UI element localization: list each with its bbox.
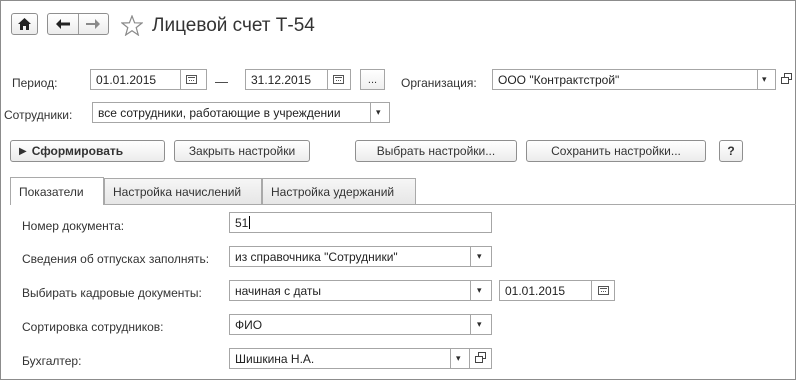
sort-value: ФИО bbox=[235, 317, 263, 332]
hr-docs-value: начиная с даты bbox=[235, 283, 321, 298]
sort-label: Сортировка сотрудников: bbox=[22, 320, 164, 334]
help-button[interactable]: ? bbox=[719, 140, 743, 162]
separator bbox=[470, 280, 471, 301]
hr-docs-date-value: 01.01.2015 bbox=[505, 283, 566, 298]
separator bbox=[370, 102, 371, 123]
play-icon: ▶ bbox=[19, 145, 27, 157]
separator bbox=[470, 314, 471, 335]
calendar-icon[interactable] bbox=[598, 286, 609, 295]
vacation-label: Сведения об отпусках заполнять: bbox=[22, 252, 210, 266]
calendar-icon[interactable] bbox=[333, 75, 344, 84]
chevron-down-icon[interactable]: ▾ bbox=[477, 251, 482, 262]
chevron-down-icon[interactable]: ▾ bbox=[376, 107, 381, 118]
separator bbox=[327, 69, 328, 90]
arrow-left-icon bbox=[55, 19, 70, 29]
accountant-field[interactable]: Шишкина Н.А. bbox=[229, 348, 492, 369]
tab-indicators[interactable]: Показатели bbox=[10, 177, 104, 205]
generate-button[interactable]: ▶ Сформировать bbox=[10, 140, 165, 162]
period-dash: — bbox=[215, 74, 228, 89]
save-settings-button[interactable]: Сохранить настройки... bbox=[526, 140, 706, 162]
separator bbox=[180, 69, 181, 90]
separator bbox=[591, 280, 592, 301]
vacation-value: из справочника "Сотрудники" bbox=[235, 249, 398, 264]
vacation-field[interactable]: из справочника "Сотрудники" bbox=[229, 246, 492, 267]
accountant-value: Шишкина Н.А. bbox=[235, 351, 315, 366]
doc-number-input[interactable]: 51 bbox=[229, 212, 492, 233]
back-button[interactable] bbox=[48, 14, 79, 34]
separator bbox=[757, 69, 758, 90]
tab-accruals-settings[interactable]: Настройка начислений bbox=[104, 178, 262, 204]
close-settings-button[interactable]: Закрыть настройки bbox=[174, 140, 310, 162]
org-field[interactable]: ООО "Контрактстрой" bbox=[492, 69, 776, 90]
employees-label: Сотрудники: bbox=[4, 108, 73, 122]
org-value: ООО "Контрактстрой" bbox=[498, 72, 620, 87]
calendar-icon[interactable] bbox=[186, 75, 197, 84]
forward-button[interactable] bbox=[79, 14, 109, 34]
page-title: Лицевой счет Т-54 bbox=[152, 15, 315, 36]
home-icon bbox=[18, 18, 31, 30]
org-label: Организация: bbox=[401, 76, 477, 90]
separator bbox=[450, 348, 451, 369]
doc-number-label: Номер документа: bbox=[22, 219, 125, 233]
tab-underline bbox=[10, 204, 796, 205]
accountant-label: Бухгалтер: bbox=[22, 354, 82, 368]
star-icon[interactable] bbox=[121, 15, 143, 36]
hr-docs-field[interactable]: начиная с даты bbox=[229, 280, 492, 301]
select-settings-button[interactable]: Выбрать настройки... bbox=[355, 140, 517, 162]
open-link-icon[interactable] bbox=[780, 72, 794, 86]
separator bbox=[470, 246, 471, 267]
hr-docs-label: Выбирать кадровые документы: bbox=[22, 286, 202, 300]
sort-field[interactable]: ФИО bbox=[229, 314, 492, 335]
chevron-down-icon[interactable]: ▾ bbox=[456, 353, 461, 364]
period-select-button[interactable]: ... bbox=[360, 69, 385, 90]
chevron-down-icon[interactable]: ▾ bbox=[762, 74, 767, 85]
text-cursor bbox=[249, 216, 251, 229]
separator bbox=[469, 348, 470, 369]
generate-label: Сформировать bbox=[31, 144, 124, 158]
arrow-right-icon bbox=[86, 19, 101, 29]
chevron-down-icon[interactable]: ▾ bbox=[477, 319, 482, 330]
employees-value: все сотрудники, работающие в учреждении bbox=[98, 105, 341, 120]
history-nav bbox=[47, 13, 109, 35]
period-label: Период: bbox=[12, 76, 58, 90]
period-from-value: 01.01.2015 bbox=[96, 72, 157, 87]
doc-number-value: 51 bbox=[235, 215, 249, 230]
employees-field[interactable]: все сотрудники, работающие в учреждении bbox=[92, 102, 390, 123]
home-button[interactable] bbox=[11, 13, 38, 35]
chevron-down-icon[interactable]: ▾ bbox=[477, 285, 482, 296]
period-to-value: 31.12.2015 bbox=[251, 72, 312, 87]
open-link-icon[interactable] bbox=[474, 351, 488, 365]
tab-deductions-settings[interactable]: Настройка удержаний bbox=[262, 178, 416, 204]
